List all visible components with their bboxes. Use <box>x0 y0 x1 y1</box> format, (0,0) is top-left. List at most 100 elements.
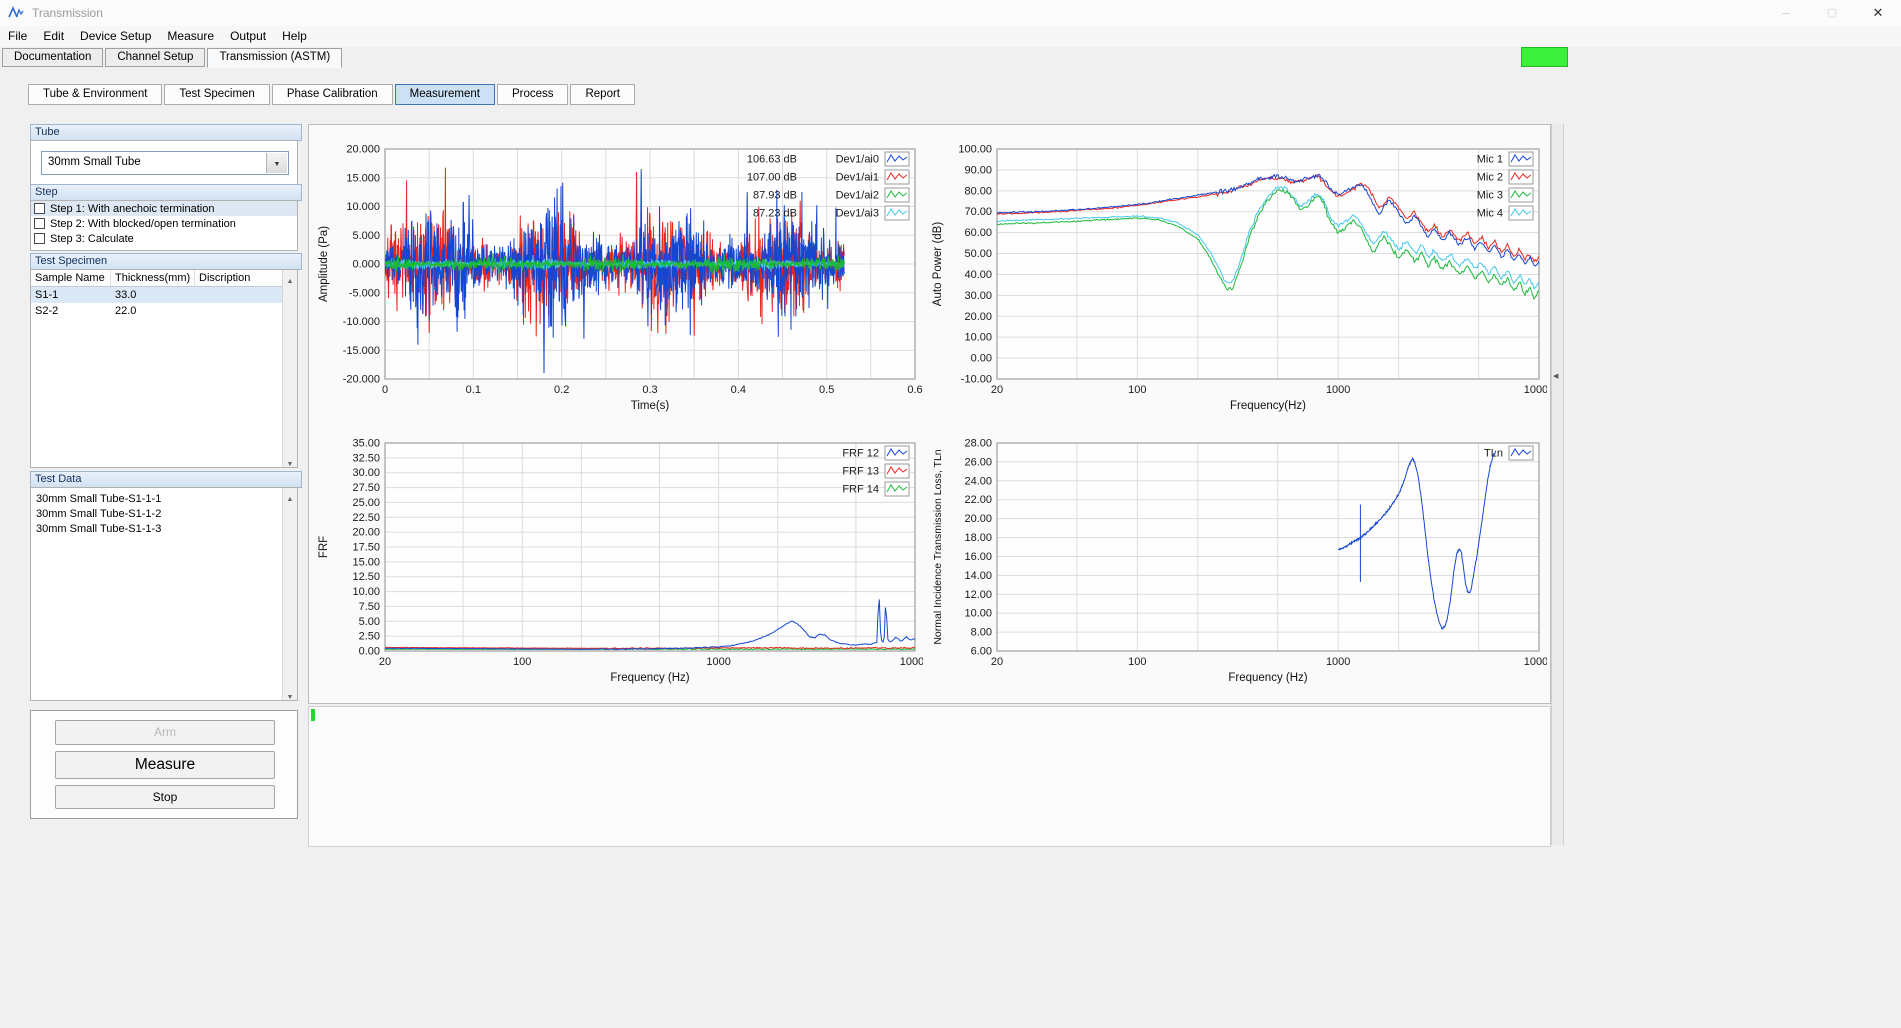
specimen-scrollbar[interactable] <box>282 270 297 467</box>
chart-panel: 00.10.20.30.40.50.6-20.000-15.000-10.000… <box>308 124 1551 704</box>
panel-splitter[interactable] <box>1551 124 1564 845</box>
svg-text:Dev1/ai0: Dev1/ai0 <box>836 154 879 166</box>
menu-item-device-setup[interactable]: Device Setup <box>72 26 159 46</box>
tube-select-value: 30mm Small Tube <box>48 156 141 168</box>
checkbox-icon[interactable] <box>34 218 45 229</box>
chevron-down-icon[interactable] <box>266 153 287 173</box>
svg-text:Mic 4: Mic 4 <box>1477 208 1503 220</box>
subtab-phase-calibration[interactable]: Phase Calibration <box>272 84 393 105</box>
scroll-down-icon[interactable] <box>283 686 297 700</box>
subtab-measurement[interactable]: Measurement <box>395 84 495 105</box>
svg-text:20: 20 <box>991 384 1003 396</box>
svg-text:1000: 1000 <box>1326 656 1350 668</box>
svg-text:2.50: 2.50 <box>359 631 380 643</box>
svg-text:Mic 2: Mic 2 <box>1477 172 1503 184</box>
svg-text:0.4: 0.4 <box>731 384 746 396</box>
tab-documentation[interactable]: Documentation <box>2 48 103 67</box>
svg-text:24.00: 24.00 <box>964 475 992 487</box>
step-list: Step 1: With anechoic terminationStep 2:… <box>30 200 298 251</box>
svg-text:-10.000: -10.000 <box>343 316 380 328</box>
svg-text:0.3: 0.3 <box>642 384 657 396</box>
table-row[interactable]: S2-222.0 <box>31 303 283 319</box>
svg-text:-10.00: -10.00 <box>961 374 992 386</box>
table-cell: 22.0 <box>111 303 195 319</box>
subtab-report[interactable]: Report <box>570 84 635 105</box>
checkbox-icon[interactable] <box>34 233 45 244</box>
svg-text:17.50: 17.50 <box>352 542 380 554</box>
close-button[interactable] <box>1855 0 1901 26</box>
tube-section: 30mm Small Tube <box>30 140 298 185</box>
checkbox-icon[interactable] <box>34 203 45 214</box>
menu-item-output[interactable]: Output <box>222 26 274 46</box>
time-waveform-chart: 00.10.20.30.40.50.6-20.000-15.000-10.000… <box>311 127 923 425</box>
action-panel: Arm Measure Stop <box>30 710 298 819</box>
status-indicator <box>1521 47 1568 67</box>
minimize-button[interactable] <box>1763 0 1809 26</box>
svg-text:Mic 3: Mic 3 <box>1477 190 1503 202</box>
testdata-scrollbar[interactable] <box>282 488 297 700</box>
svg-text:10.000: 10.000 <box>346 201 380 213</box>
svg-text:7.50: 7.50 <box>359 601 380 613</box>
table-row[interactable]: S1-133.0 <box>31 287 283 303</box>
svg-text:Auto Power (dB): Auto Power (dB) <box>932 222 944 307</box>
svg-text:20.00: 20.00 <box>964 311 992 323</box>
menu-item-edit[interactable]: Edit <box>35 26 72 46</box>
svg-text:-15.000: -15.000 <box>343 345 380 357</box>
scroll-down-icon[interactable] <box>283 453 297 467</box>
scroll-up-icon[interactable] <box>283 270 297 284</box>
step-item[interactable]: Step 3: Calculate <box>31 231 297 246</box>
measure-button[interactable]: Measure <box>55 751 275 779</box>
subtab-bar: Tube & EnvironmentTest SpecimenPhase Cal… <box>28 84 635 105</box>
svg-text:12.00: 12.00 <box>964 589 992 601</box>
svg-text:TLn: TLn <box>1484 448 1503 460</box>
subtab-test-specimen[interactable]: Test Specimen <box>164 84 269 105</box>
specimen-section-header: Test Specimen <box>30 253 302 270</box>
menu-item-measure[interactable]: Measure <box>159 26 222 46</box>
svg-text:20: 20 <box>379 656 391 668</box>
svg-text:90.00: 90.00 <box>964 164 992 176</box>
tab-transmission-astm[interactable]: Transmission (ASTM) <box>207 48 342 68</box>
svg-text:20.00: 20.00 <box>964 513 992 525</box>
svg-text:Time(s): Time(s) <box>631 400 670 412</box>
menu-item-file[interactable]: File <box>0 26 35 46</box>
scroll-up-icon[interactable] <box>283 488 297 502</box>
list-item[interactable]: 30mm Small Tube-S1-1-1 <box>31 492 283 507</box>
svg-text:18.00: 18.00 <box>964 532 992 544</box>
svg-text:-5.000: -5.000 <box>349 287 380 299</box>
tab-channel-setup[interactable]: Channel Setup <box>105 48 205 67</box>
specimen-table-header: Sample NameThickness(mm)Discription <box>31 270 283 287</box>
menu-item-help[interactable]: Help <box>274 26 315 46</box>
arm-button[interactable]: Arm <box>55 720 275 745</box>
specimen-table: Sample NameThickness(mm)Discription S1-1… <box>30 269 298 468</box>
step-item[interactable]: Step 2: With blocked/open termination <box>31 216 297 231</box>
legend-entry: FRF 12 <box>842 446 909 460</box>
svg-text:35.00: 35.00 <box>352 438 380 450</box>
list-item[interactable]: 30mm Small Tube-S1-1-3 <box>31 522 283 537</box>
message-area <box>308 706 1551 847</box>
svg-text:Frequency(Hz): Frequency(Hz) <box>1230 400 1306 412</box>
maximize-button[interactable] <box>1809 0 1855 26</box>
svg-text:12.50: 12.50 <box>352 571 380 583</box>
svg-text:107.00 dB: 107.00 dB <box>747 172 797 184</box>
svg-text:8.00: 8.00 <box>971 627 992 639</box>
subtab-tube-environment[interactable]: Tube & Environment <box>28 84 162 105</box>
tube-select[interactable]: 30mm Small Tube <box>41 151 289 175</box>
svg-text:30.00: 30.00 <box>964 290 992 302</box>
table-cell <box>195 287 281 303</box>
svg-text:87.23 dB: 87.23 dB <box>753 208 797 220</box>
svg-text:FRF: FRF <box>318 536 330 558</box>
svg-text:0.00: 0.00 <box>359 646 380 658</box>
table-cell <box>195 303 281 319</box>
svg-text:0.000: 0.000 <box>352 259 380 271</box>
step-item[interactable]: Step 1: With anechoic termination <box>31 201 297 216</box>
subtab-process[interactable]: Process <box>497 84 569 105</box>
menu-bar: FileEditDevice SetupMeasureOutputHelp <box>0 26 1901 47</box>
svg-text:25.00: 25.00 <box>352 497 380 509</box>
list-item[interactable]: 30mm Small Tube-S1-1-2 <box>31 507 283 522</box>
stop-button[interactable]: Stop <box>55 785 275 809</box>
svg-text:10000: 10000 <box>900 656 923 668</box>
svg-text:80.00: 80.00 <box>964 185 992 197</box>
svg-text:0: 0 <box>382 384 388 396</box>
title-bar: Transmission <box>0 0 1901 26</box>
svg-text:5.00: 5.00 <box>359 616 380 628</box>
